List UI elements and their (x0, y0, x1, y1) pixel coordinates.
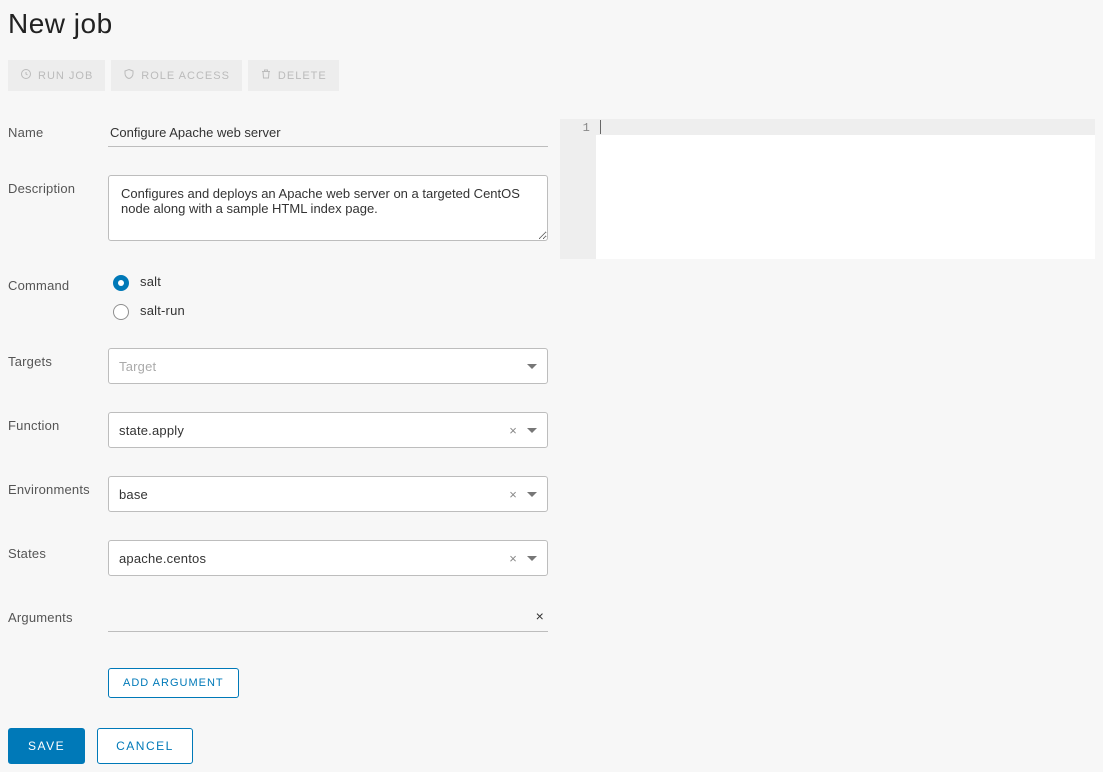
shield-icon (123, 68, 135, 83)
command-radio-salt-run[interactable]: salt-run (108, 301, 548, 320)
description-textarea[interactable] (108, 175, 548, 241)
description-label: Description (8, 175, 108, 196)
save-button[interactable]: SAVE (8, 728, 85, 764)
run-icon (20, 68, 32, 83)
editor-content[interactable] (596, 119, 1095, 259)
environments-select[interactable]: base × (108, 476, 548, 512)
role-access-label: ROLE ACCESS (141, 70, 230, 82)
argument-row: × (108, 604, 548, 632)
radio-salt-run-input[interactable] (113, 304, 129, 320)
chevron-down-icon (527, 428, 537, 433)
radio-salt-label: salt (140, 274, 161, 289)
run-job-button[interactable]: RUN JOB (8, 60, 105, 91)
cancel-button[interactable]: CANCEL (97, 728, 193, 764)
function-label: Function (8, 412, 108, 433)
targets-label: Targets (8, 348, 108, 369)
clear-icon[interactable]: × (509, 423, 517, 438)
delete-label: DELETE (278, 70, 327, 82)
toolbar: RUN JOB ROLE ACCESS DELETE (8, 60, 1095, 91)
editor-cursor (600, 120, 601, 134)
states-label: States (8, 540, 108, 561)
function-value: state.apply (119, 423, 184, 438)
radio-salt-run-label: salt-run (140, 303, 185, 318)
targets-select[interactable]: Target (108, 348, 548, 384)
code-editor[interactable]: 1 (560, 119, 1095, 259)
clear-icon[interactable]: × (509, 551, 517, 566)
remove-argument-icon[interactable]: × (532, 608, 548, 624)
line-number: 1 (560, 121, 590, 135)
role-access-button[interactable]: ROLE ACCESS (111, 60, 242, 91)
arguments-label: Arguments (8, 604, 108, 625)
radio-salt-input[interactable] (113, 275, 129, 291)
function-select[interactable]: state.apply × (108, 412, 548, 448)
argument-input[interactable] (108, 604, 532, 627)
environments-label: Environments (8, 476, 108, 497)
command-radio-salt[interactable]: salt (108, 272, 548, 291)
environments-value: base (119, 487, 148, 502)
chevron-down-icon (527, 556, 537, 561)
states-value: apache.centos (119, 551, 206, 566)
states-select[interactable]: apache.centos × (108, 540, 548, 576)
targets-placeholder: Target (119, 359, 156, 374)
run-job-label: RUN JOB (38, 70, 93, 82)
clear-icon[interactable]: × (509, 487, 517, 502)
command-label: Command (8, 272, 108, 293)
chevron-down-icon (527, 492, 537, 497)
name-input[interactable] (108, 119, 548, 147)
add-argument-button[interactable]: ADD ARGUMENT (108, 668, 239, 698)
delete-button[interactable]: DELETE (248, 60, 339, 91)
editor-gutter: 1 (560, 119, 596, 259)
trash-icon (260, 68, 272, 83)
chevron-down-icon (527, 364, 537, 369)
page-title: New job (8, 8, 1095, 40)
name-label: Name (8, 119, 108, 140)
